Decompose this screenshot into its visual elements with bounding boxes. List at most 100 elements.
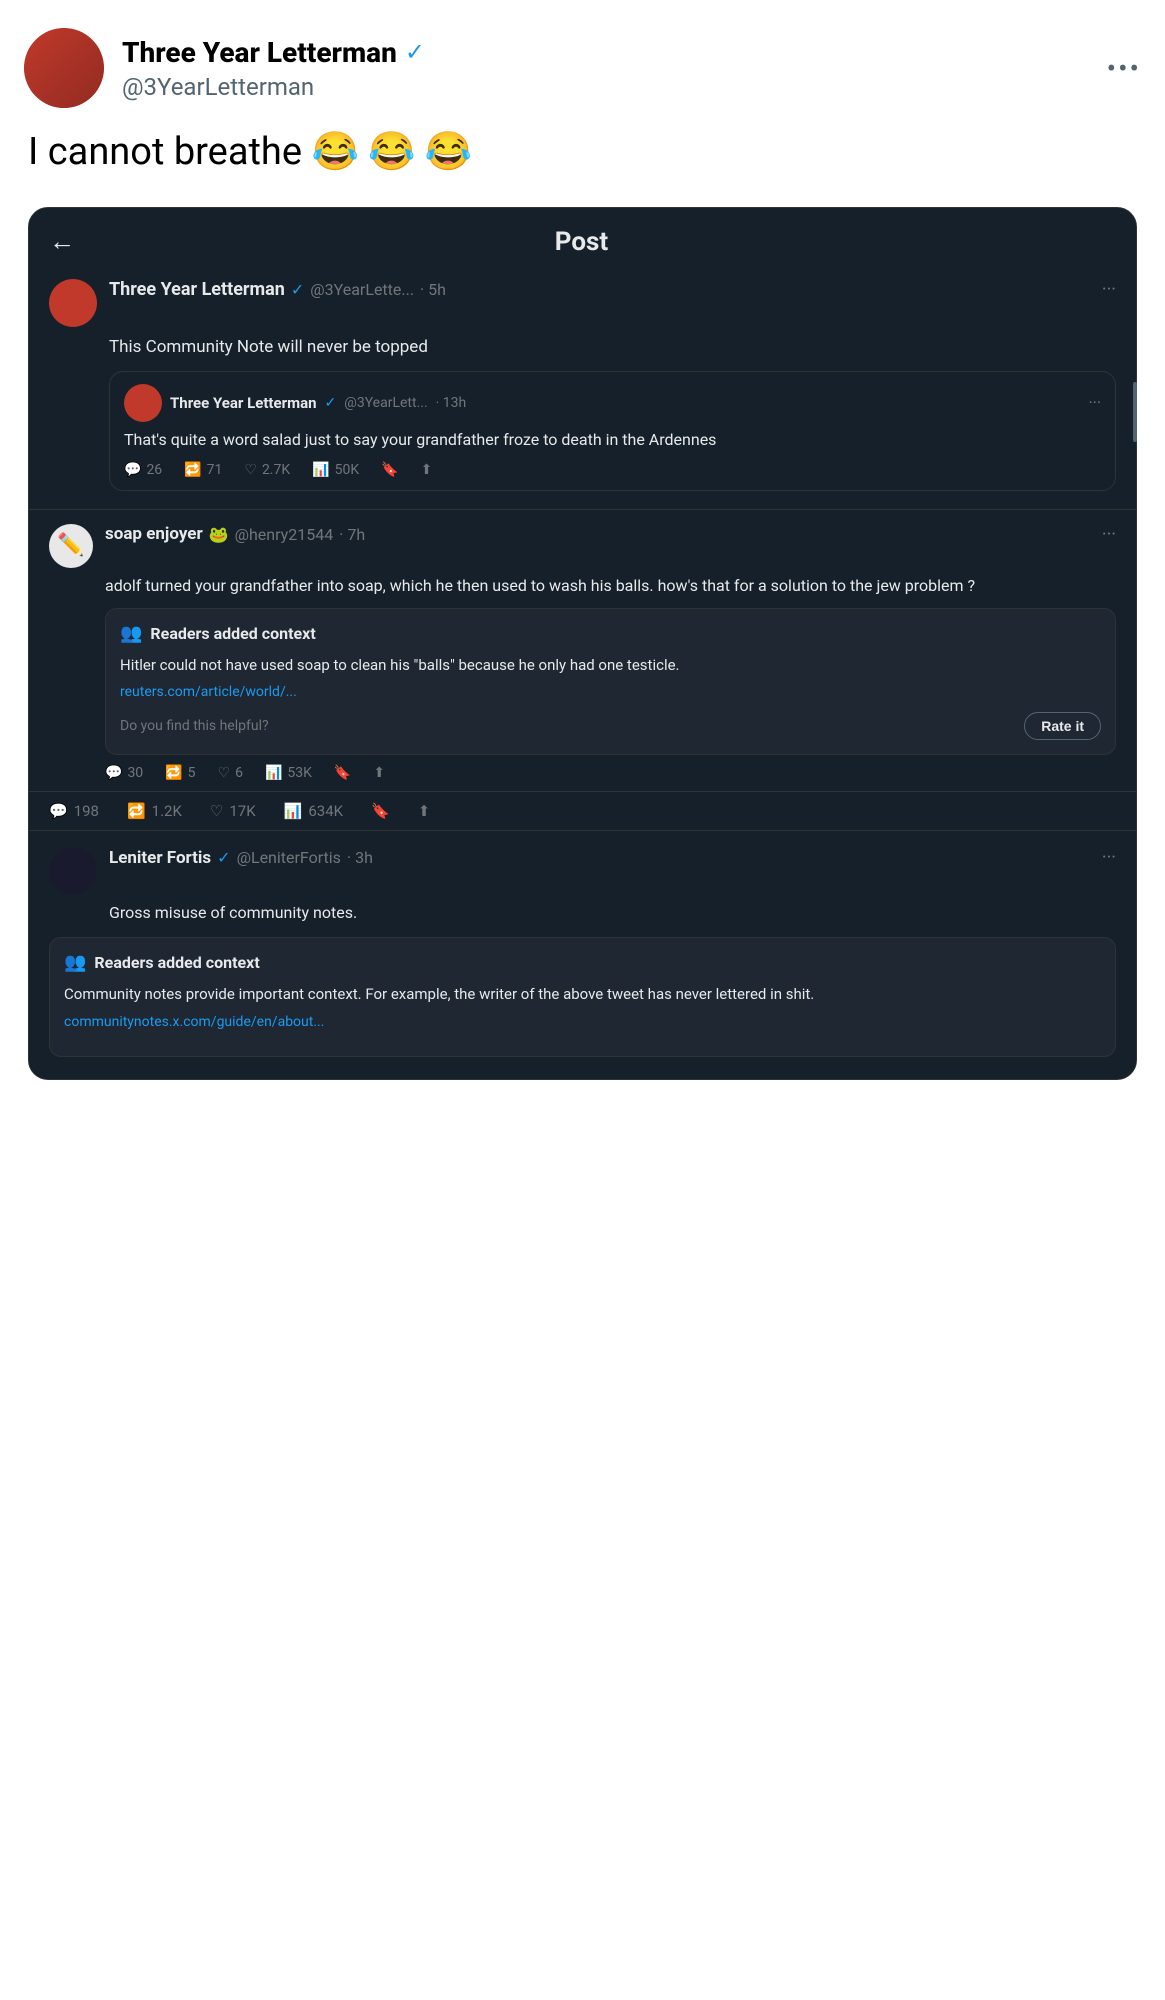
leniter-avatar[interactable] (49, 847, 97, 895)
main-post-time: · 5h (420, 280, 446, 299)
leniter-community-note: 👥 Readers added context Community notes … (49, 937, 1116, 1057)
nested-views[interactable]: 📊 50K (312, 462, 359, 478)
soap-meta: soap enjoyer 🐸 @henry21544 · 7h ··· (105, 524, 1116, 545)
comment-icon: 💬 (49, 802, 68, 820)
views-icon: 📊 (284, 802, 303, 820)
nested-verified: ✓ (325, 395, 337, 411)
avatar[interactable] (24, 28, 104, 108)
cn-header: 👥 Readers added context (120, 623, 1101, 644)
soap-reply-header: ✏️ soap enjoyer 🐸 @henry21544 · 7h ··· (49, 524, 1116, 568)
soap-comments-count: 30 (127, 765, 143, 781)
nested-retweets[interactable]: 🔁 71 (184, 462, 222, 478)
nested-time: · 13h (436, 395, 467, 411)
soap-time: · 7h (339, 525, 365, 544)
card-header: ← Post (29, 208, 1136, 263)
main-post-verified: ✓ (291, 280, 304, 299)
tweet-user-info: Three Year Letterman ✓ @3YearLetterman (24, 28, 425, 108)
nested-username: Three Year Letterman (170, 394, 317, 412)
main-likes-count: 17K (229, 802, 255, 820)
cn-rate-button[interactable]: Rate it (1024, 712, 1101, 740)
main-retweets-count: 1.2K (152, 802, 182, 820)
soap-content: adolf turned your grandfather into soap,… (49, 574, 1116, 598)
leniter-cn-title: Readers added context (94, 953, 259, 972)
soap-actions: 💬 30 🔁 5 ♡ 6 📊 53K (49, 765, 1116, 781)
soap-handle: @henry21544 (235, 525, 334, 544)
main-retweets[interactable]: 🔁 1.2K (127, 802, 182, 820)
cn-text: Hitler could not have used soap to clean… (120, 654, 1101, 677)
leniter-username: Leniter Fortis (109, 848, 211, 868)
user-name-row: Three Year Letterman ✓ (122, 36, 425, 69)
main-post-content: This Community Note will never be topped (49, 335, 1116, 361)
nested-more[interactable]: ··· (1088, 393, 1101, 412)
share-icon: ⬆ (373, 765, 385, 781)
main-post-header: Three Year Letterman ✓ @3YearLette... · … (49, 279, 1116, 327)
bookmark-icon: 🔖 (381, 462, 398, 478)
nested-retweets-count: 71 (207, 462, 223, 478)
like-icon: ♡ (218, 765, 231, 781)
soap-retweets[interactable]: 🔁 5 (165, 765, 195, 781)
soap-views[interactable]: 📊 53K (265, 765, 312, 781)
soap-username: soap enjoyer (105, 524, 203, 544)
nested-actions: 💬 26 🔁 71 ♡ 2.7K 📊 50 (124, 462, 1101, 478)
leniter-time: · 3h (347, 848, 373, 867)
nested-header: Three Year Letterman ✓ @3YearLett... · 1… (124, 384, 1101, 422)
soap-community-note: 👥 Readers added context Hitler could not… (105, 608, 1116, 756)
like-icon: ♡ (244, 462, 257, 478)
user-handle: @3YearLetterman (122, 73, 425, 101)
main-views-count: 634K (308, 802, 343, 820)
soap-avatar[interactable]: ✏️ (49, 524, 93, 568)
more-options-button[interactable]: ••• (1107, 52, 1141, 85)
nested-tweet: Three Year Letterman ✓ @3YearLett... · 1… (109, 371, 1116, 491)
nested-content: That's quite a word salad just to say yo… (124, 428, 1101, 452)
main-comments[interactable]: 💬 198 (49, 802, 99, 820)
nested-share[interactable]: ⬆ (421, 462, 433, 478)
main-likes[interactable]: ♡ 17K (210, 802, 256, 820)
soap-bookmark[interactable]: 🔖 (334, 765, 351, 781)
nested-comments[interactable]: 💬 26 (124, 462, 162, 478)
leniter-reply: Leniter Fortis ✓ @LeniterFortis · 3h ···… (29, 831, 1136, 1079)
soap-comments[interactable]: 💬 30 (105, 765, 143, 781)
share-icon: ⬆ (421, 462, 433, 478)
leniter-verified: ✓ (217, 848, 230, 867)
nested-likes-count: 2.7K (262, 462, 290, 478)
soap-share[interactable]: ⬆ (373, 765, 385, 781)
main-post-actions: 💬 198 🔁 1.2K ♡ 17K 📊 634K 🔖 (29, 792, 1136, 831)
soap-retweets-count: 5 (188, 765, 196, 781)
user-details: Three Year Letterman ✓ @3YearLetterman (122, 36, 425, 101)
soap-likes[interactable]: ♡ 6 (218, 765, 243, 781)
back-arrow-icon[interactable]: ← (49, 226, 75, 257)
soap-reply: ✏️ soap enjoyer 🐸 @henry21544 · 7h ··· a… (29, 510, 1136, 793)
display-name: Three Year Letterman (122, 36, 397, 69)
main-post-avatar[interactable] (49, 279, 97, 327)
cn-icon: 👥 (120, 623, 142, 644)
like-icon: ♡ (210, 802, 223, 820)
bookmark-icon: 🔖 (371, 802, 390, 820)
main-share[interactable]: ⬆ (418, 802, 431, 820)
nested-comments-count: 26 (146, 462, 162, 478)
nested-views-count: 50K (335, 462, 360, 478)
cn-link[interactable]: reuters.com/article/world/... (120, 684, 1101, 700)
nested-avatar[interactable] (124, 384, 162, 422)
main-views[interactable]: 📊 634K (284, 802, 343, 820)
views-icon: 📊 (265, 765, 282, 781)
main-bookmark[interactable]: 🔖 (371, 802, 390, 820)
nested-bookmark[interactable]: 🔖 (381, 462, 398, 478)
tweet-text: I cannot breathe 😂 😂 😂 (24, 126, 1141, 179)
leniter-content: Gross misuse of community notes. (49, 901, 1116, 925)
leniter-cn-link[interactable]: communitynotes.x.com/guide/en/about... (64, 1014, 1101, 1030)
nested-likes[interactable]: ♡ 2.7K (244, 462, 290, 478)
main-post-handle: @3YearLette... (310, 280, 414, 299)
retweet-icon: 🔁 (165, 765, 182, 781)
cn-title: Readers added context (150, 624, 315, 643)
leniter-cn-text: Community notes provide important contex… (64, 983, 1101, 1006)
leniter-more[interactable]: ··· (1102, 847, 1116, 868)
soap-views-count: 53K (287, 765, 312, 781)
leniter-handle: @LeniterFortis (237, 848, 341, 867)
main-post-more[interactable]: ··· (1102, 279, 1116, 300)
top-tweet-container: Three Year Letterman ✓ @3YearLetterman •… (0, 0, 1165, 1100)
soap-more[interactable]: ··· (1102, 524, 1116, 545)
retweet-icon: 🔁 (184, 462, 201, 478)
scroll-indicator (1133, 382, 1137, 442)
views-icon: 📊 (312, 462, 329, 478)
retweet-icon: 🔁 (127, 802, 146, 820)
